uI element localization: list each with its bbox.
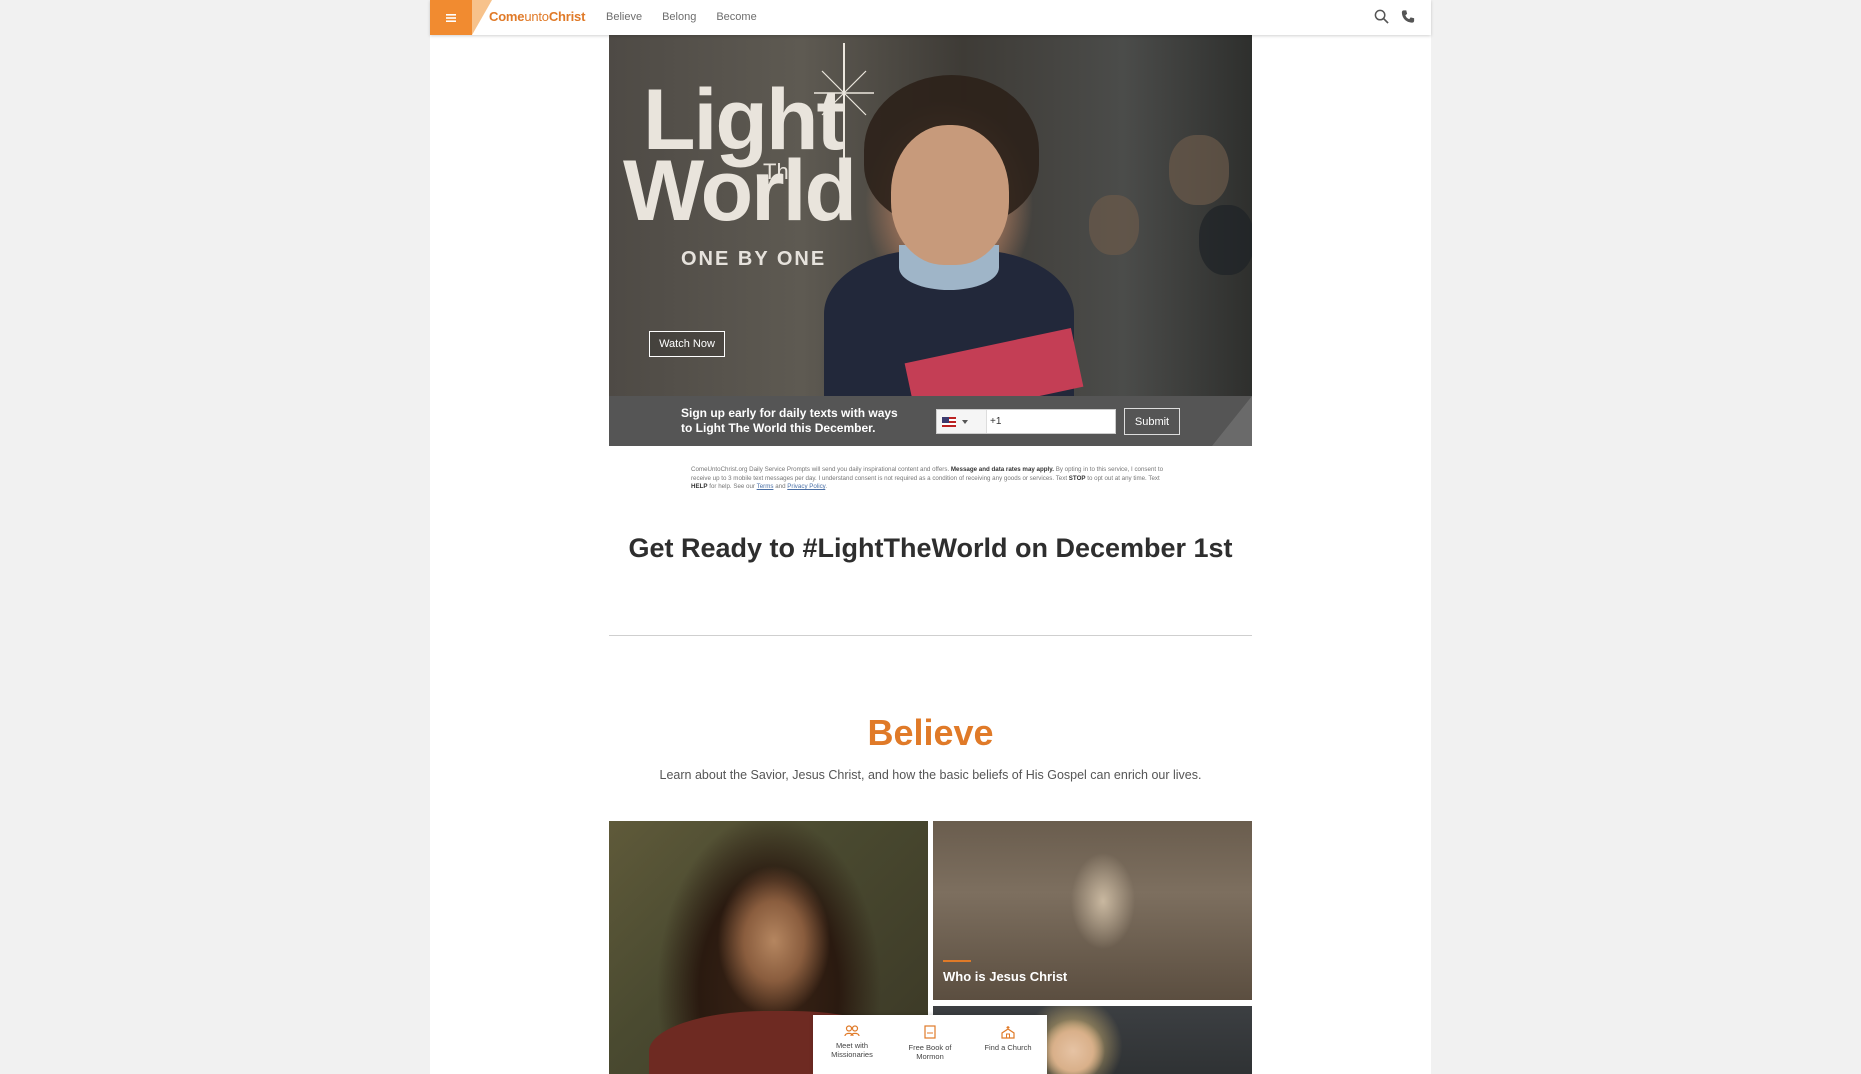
header-actions <box>1374 9 1415 24</box>
signup-bar-decoration <box>1212 396 1252 446</box>
phone-number-field[interactable]: +1 <box>936 409 1116 434</box>
privacy-policy-link[interactable]: Privacy Policy <box>787 483 825 490</box>
watch-now-button[interactable]: Watch Now <box>649 331 725 357</box>
site-header: ComeuntoChrist Believe Belong Become <box>430 0 1431 35</box>
find-a-church-button[interactable]: Find a Church <box>972 1025 1044 1074</box>
floating-action-bar: Meet with Missionaries Free Book of Morm… <box>813 1015 1047 1074</box>
section-divider <box>609 635 1252 636</box>
disclaimer-text: to opt out at any time. Text <box>1087 474 1160 482</box>
sms-signup-bar: Sign up early for daily texts with ways … <box>609 396 1252 446</box>
chevron-down-icon <box>962 419 968 424</box>
signup-prompt: Sign up early for daily texts with ways … <box>681 406 898 435</box>
disclaimer-text: and <box>775 483 786 490</box>
action-label: Find a Church <box>984 1043 1032 1052</box>
hero-girl-face <box>891 125 1009 265</box>
nav-item-belong[interactable]: Belong <box>662 11 696 23</box>
disclaimer-rates: Message and data rates may apply. <box>950 466 1054 473</box>
background-student <box>1169 135 1229 205</box>
main-nav: Believe Belong Become <box>606 11 757 23</box>
country-code-select[interactable] <box>937 410 987 433</box>
action-label: Free Book of Mormon <box>908 1043 952 1061</box>
light-the-world-logo: Light The World <box>623 77 857 239</box>
meet-missionaries-button[interactable]: Meet with Missionaries <box>816 1025 888 1074</box>
disclaimer-text: ComeUntoChrist.org Daily Service Prompts… <box>691 466 950 473</box>
background-student <box>1199 205 1252 275</box>
get-ready-heading: Get Ready to #LightTheWorld on December … <box>628 533 1233 563</box>
logo-word-world: World <box>623 142 857 239</box>
who-is-jesus-christ-tile[interactable]: Who is Jesus Christ <box>933 821 1252 1000</box>
tile-label: Who is Jesus Christ <box>943 969 1068 984</box>
disclaimer-stop: STOP <box>1068 474 1086 482</box>
people-icon <box>844 1025 860 1037</box>
disclaimer-text: for help. See our <box>709 483 755 490</box>
phone-number-value[interactable]: +1 <box>987 416 1001 427</box>
logo-text-unto: unto <box>524 9 549 24</box>
disclaimer-help: HELP <box>691 483 708 490</box>
logo-text-christ: Christ <box>548 9 586 24</box>
hero-tagline: ONE BY ONE <box>681 248 827 270</box>
free-book-of-mormon-button[interactable]: Free Book of Mormon <box>894 1025 966 1074</box>
nav-item-believe[interactable]: Believe <box>606 11 642 23</box>
action-label: Meet with Missionaries <box>831 1041 873 1059</box>
logo-text-come: Come <box>489 9 525 24</box>
hero-banner: Light The World ONE BY ONE Watch Now <box>609 35 1252 396</box>
believe-description: Learn about the Savior, Jesus Christ, an… <box>659 768 1202 782</box>
search-icon[interactable] <box>1374 9 1389 24</box>
us-flag-icon <box>942 416 956 427</box>
site-logo[interactable]: ComeuntoChrist <box>489 9 585 24</box>
menu-icon <box>446 13 456 22</box>
terms-link[interactable]: Terms <box>757 483 774 490</box>
book-icon <box>924 1025 936 1039</box>
disclaimer-text: . <box>825 483 828 490</box>
church-icon <box>1001 1026 1015 1039</box>
menu-button[interactable] <box>430 0 472 35</box>
tile-accent-line <box>943 960 971 962</box>
logo-word-the: The <box>763 159 801 184</box>
submit-button[interactable]: Submit <box>1124 408 1180 435</box>
sms-disclaimer: ComeUntoChrist.org Daily Service Prompts… <box>691 466 1169 492</box>
background-student <box>1089 195 1139 255</box>
nav-item-become[interactable]: Become <box>716 11 756 23</box>
page: ComeuntoChrist Believe Belong Become Lig… <box>430 0 1431 1074</box>
believe-heading: Believe <box>867 712 994 753</box>
phone-icon[interactable] <box>1401 9 1415 24</box>
